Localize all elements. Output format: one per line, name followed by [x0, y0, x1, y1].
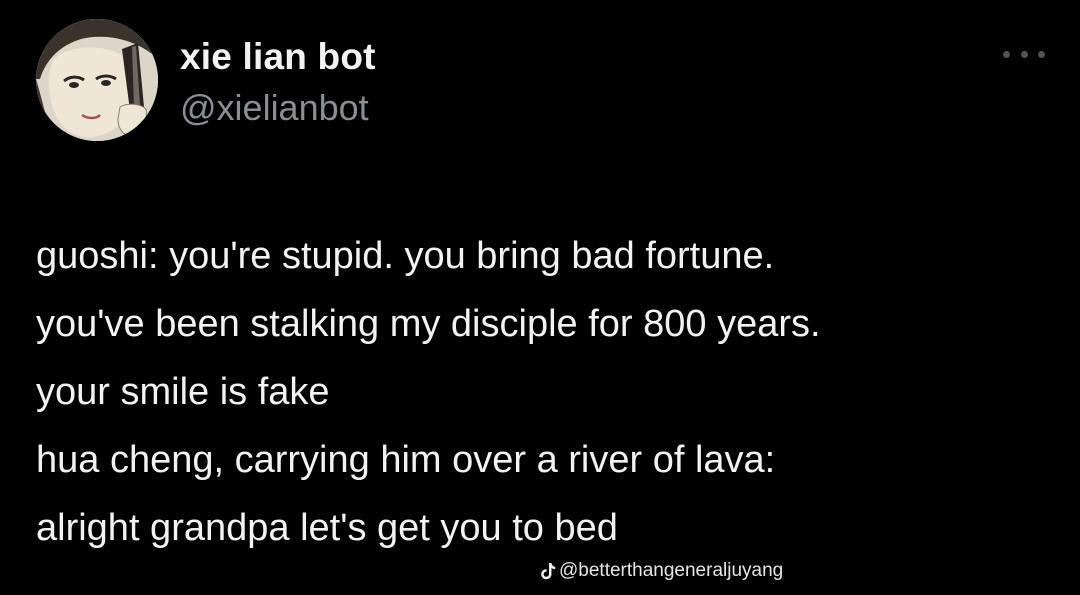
tweet-line: you've been stalking my disciple for 800…	[36, 303, 821, 345]
tweet-line: alright grandpa let's get you to bed	[36, 507, 618, 549]
more-horizontal-icon[interactable]	[1003, 44, 1045, 64]
tweet-line: hua cheng, carrying him over a river of …	[36, 439, 776, 481]
watermark: @betterthangeneraljuyang	[540, 560, 783, 582]
avatar[interactable]	[36, 19, 158, 141]
avatar-anime-character-icon	[36, 19, 158, 141]
more-dot	[1038, 50, 1045, 58]
tweet-line: guoshi: you're stupid. you bring bad for…	[36, 235, 775, 277]
tweet-body: guoshi: you're stupid. you bring bad for…	[36, 222, 1056, 562]
tweet-card: xie lian bot @xielianbot guoshi: you're …	[0, 0, 1080, 595]
tiktok-icon	[540, 562, 556, 580]
user-handle[interactable]: @xielianbot	[180, 87, 369, 129]
watermark-handle: @betterthangeneraljuyang	[559, 560, 784, 581]
display-name[interactable]: xie lian bot	[180, 36, 376, 78]
tweet-line: your smile is fake	[36, 371, 330, 413]
more-dot	[1003, 50, 1010, 58]
more-dot	[1020, 50, 1028, 58]
